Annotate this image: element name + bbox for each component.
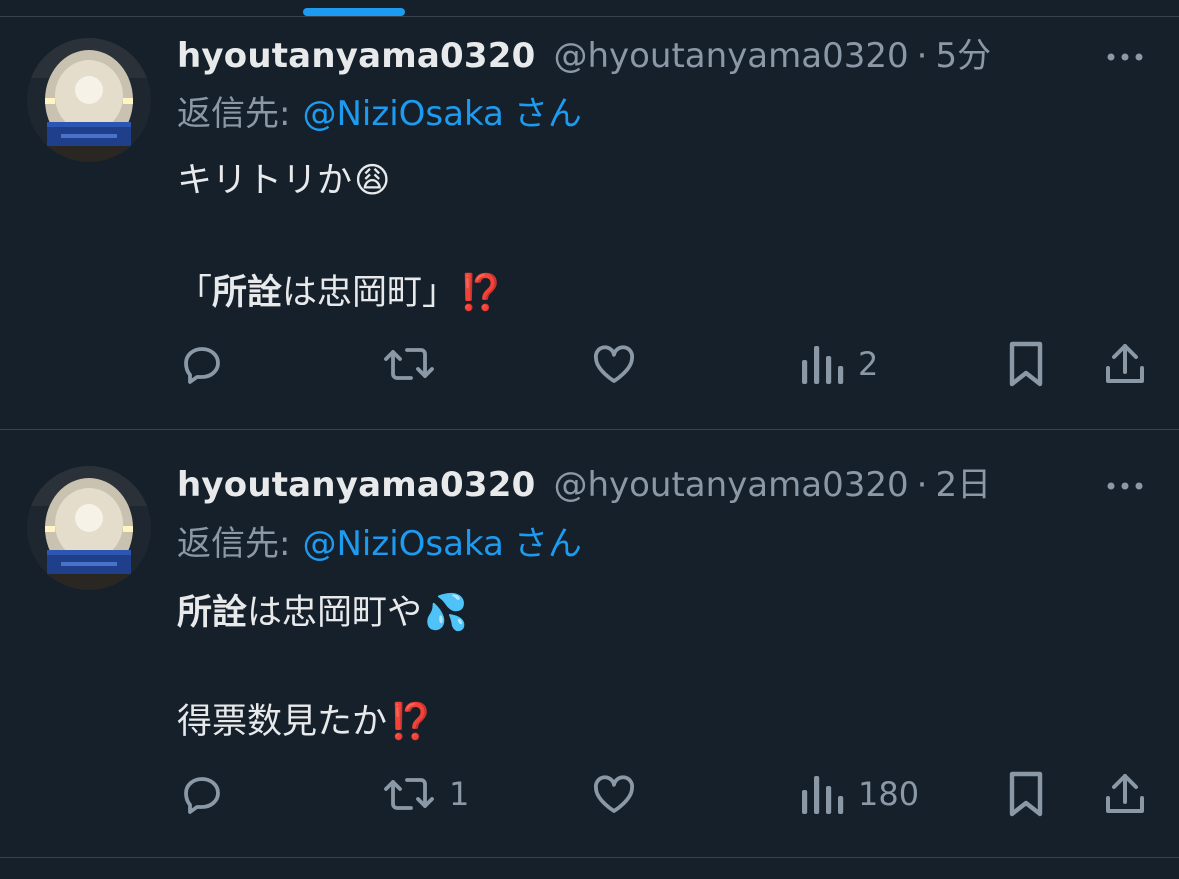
share-icon bbox=[1106, 344, 1144, 383]
bold-text: 所詮 bbox=[177, 593, 248, 633]
retweet-count: 1 bbox=[449, 775, 470, 813]
reply-button[interactable] bbox=[178, 334, 240, 394]
timestamp[interactable]: 5分 bbox=[935, 31, 991, 81]
views-count: 2 bbox=[858, 345, 879, 383]
exclamation-question-emoji: ⁉️ bbox=[389, 702, 433, 742]
share-icon bbox=[1106, 774, 1144, 813]
share-button[interactable] bbox=[1101, 764, 1149, 824]
heart-icon bbox=[593, 345, 635, 383]
text: キリトリか bbox=[177, 161, 353, 201]
weary-face-emoji: 😩 bbox=[354, 161, 391, 201]
reply-prefix: 返信先: bbox=[177, 524, 291, 564]
user-handle[interactable]: @hyoutanyama0320 bbox=[553, 460, 908, 510]
reply-icon bbox=[184, 347, 220, 384]
text: は忠岡町や bbox=[247, 593, 423, 633]
close-bracket: 」 bbox=[422, 273, 458, 313]
reply-context: 返信先: @NiziOsaka さん bbox=[177, 89, 582, 139]
bookmark-icon bbox=[1009, 771, 1043, 817]
like-button[interactable] bbox=[590, 334, 652, 394]
views-bar-icon bbox=[802, 776, 844, 814]
timestamp[interactable]: 2日 bbox=[935, 460, 991, 510]
dot-separator: · bbox=[916, 36, 928, 76]
views-button[interactable]: 2 bbox=[800, 334, 878, 394]
avatar[interactable] bbox=[27, 38, 151, 162]
views-bar-icon bbox=[802, 346, 844, 384]
display-name[interactable]: hyoutanyama0320 bbox=[177, 31, 535, 81]
exclamation-question-emoji: ⁉️ bbox=[459, 273, 503, 313]
tweet-actions: 1 180 bbox=[0, 764, 1179, 824]
avatar[interactable] bbox=[27, 466, 151, 590]
reply-button[interactable] bbox=[178, 764, 240, 824]
tweet-header: hyoutanyama0320 @hyoutanyama0320 · 5分 bbox=[177, 31, 991, 81]
reply-prefix: 返信先: bbox=[177, 94, 291, 134]
retweet-icon bbox=[384, 348, 434, 380]
tweet-text-line: キリトリか😩 bbox=[177, 156, 391, 206]
views-button[interactable]: 180 bbox=[800, 764, 919, 824]
reply-context: 返信先: @NiziOsaka さん bbox=[177, 519, 582, 569]
bookmark-button[interactable] bbox=[1004, 764, 1048, 824]
bookmark-icon bbox=[1009, 341, 1043, 387]
reply-suffix: さん bbox=[513, 94, 582, 134]
dot-separator: · bbox=[916, 465, 928, 505]
more-dots-icon[interactable] bbox=[1105, 47, 1145, 67]
reply-icon bbox=[184, 777, 220, 814]
tweet[interactable]: hyoutanyama0320 @hyoutanyama0320 · 5分 返信… bbox=[0, 17, 1179, 429]
reply-mention[interactable]: @NiziOsaka bbox=[302, 94, 503, 134]
retweet-button[interactable]: 1 bbox=[383, 764, 469, 824]
more-dots-icon[interactable] bbox=[1105, 476, 1145, 496]
retweet-icon bbox=[384, 778, 434, 810]
share-button[interactable] bbox=[1101, 334, 1149, 394]
reply-mention[interactable]: @NiziOsaka bbox=[302, 524, 503, 564]
display-name[interactable]: hyoutanyama0320 bbox=[177, 460, 535, 510]
tweet[interactable]: hyoutanyama0320 @hyoutanyama0320 · 2日 返信… bbox=[0, 430, 1179, 857]
sweat-droplets-emoji: 💦 bbox=[424, 593, 468, 633]
views-count: 180 bbox=[858, 775, 920, 813]
heart-icon bbox=[593, 775, 635, 813]
retweet-button[interactable] bbox=[383, 334, 449, 394]
text: 得票数見たか bbox=[177, 702, 388, 742]
tweet-text-line: 「所詮は忠岡町」⁉️ bbox=[177, 268, 503, 318]
reply-suffix: さん bbox=[513, 524, 582, 564]
bold-text: 所詮 bbox=[212, 273, 283, 313]
text: は忠岡町 bbox=[282, 273, 423, 313]
like-button[interactable] bbox=[590, 764, 652, 824]
bookmark-button[interactable] bbox=[1004, 334, 1048, 394]
tweet-text-line: 得票数見たか⁉️ bbox=[177, 697, 433, 747]
tweet-divider bbox=[0, 857, 1179, 858]
tweet-actions: 2 bbox=[0, 334, 1179, 394]
open-bracket: 「 bbox=[177, 273, 213, 313]
user-handle[interactable]: @hyoutanyama0320 bbox=[553, 31, 908, 81]
active-tab-indicator bbox=[303, 8, 405, 16]
tweet-header: hyoutanyama0320 @hyoutanyama0320 · 2日 bbox=[177, 460, 991, 510]
tweet-text-line: 所詮は忠岡町や💦 bbox=[177, 588, 468, 638]
